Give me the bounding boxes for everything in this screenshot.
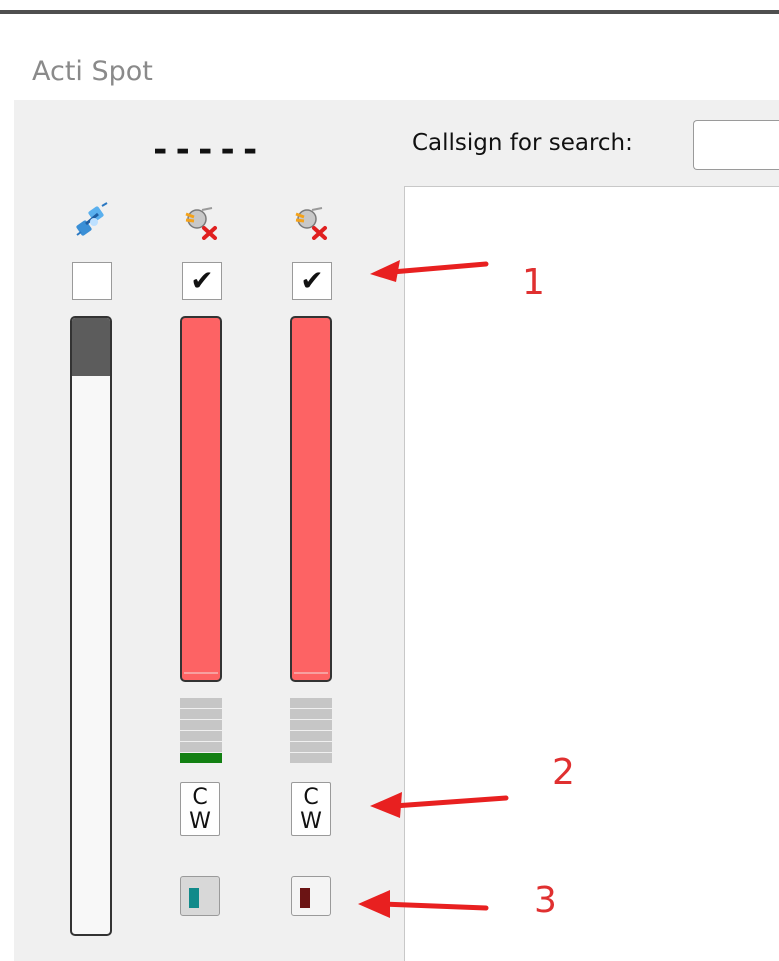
annotation-label-2: 2: [552, 752, 575, 793]
annotation-arrow-1: [370, 260, 489, 282]
radio-2-mode-button[interactable]: C W: [291, 782, 331, 836]
level-bar-baseline: [294, 672, 328, 674]
mode-top: C: [192, 785, 208, 810]
disconnected-satellite-icon[interactable]: [292, 204, 328, 240]
annotation-arrow-3: [358, 890, 489, 918]
signal-segment: [180, 753, 222, 763]
scrollbar-thumb[interactable]: [72, 318, 110, 376]
annotation-label-1: 1: [522, 262, 545, 303]
mode-bottom: W: [300, 809, 322, 834]
radio-1-color-indicator[interactable]: [180, 876, 220, 916]
level-bar-baseline: [184, 672, 218, 674]
radio-1-level-bar: [180, 316, 222, 682]
title-bar: Acti Spot: [0, 14, 779, 100]
annotation-arrow-2: [370, 792, 509, 818]
radio-1-enable-checkbox[interactable]: ✔: [182, 262, 222, 300]
signal-segment: [180, 709, 222, 719]
radio-2-enable-checkbox[interactable]: ✔: [292, 262, 332, 300]
signal-segment: [290, 753, 332, 763]
radio-2-color-indicator[interactable]: [291, 876, 331, 916]
window-title: Acti Spot: [32, 56, 153, 87]
connection-scrollbar[interactable]: [70, 316, 112, 936]
callsign-search-label: Callsign for search:: [412, 130, 633, 156]
radio-2-level-bar: [290, 316, 332, 682]
signal-segment: [180, 720, 222, 730]
frequency-display: -----: [150, 130, 263, 170]
signal-segment: [290, 742, 332, 752]
signal-segment: [180, 731, 222, 741]
signal-segment: [290, 698, 332, 708]
disconnected-satellite-icon[interactable]: [182, 204, 218, 240]
radio-1-mode-button[interactable]: C W: [180, 782, 220, 836]
callsign-search-input[interactable]: [693, 120, 779, 170]
signal-segment: [290, 731, 332, 741]
connection-checkbox[interactable]: [72, 262, 112, 300]
signal-segment: [180, 698, 222, 708]
radio-2-color-swatch: [300, 888, 310, 908]
network-connection-icon[interactable]: [74, 202, 110, 238]
signal-segment: [290, 709, 332, 719]
signal-segment: [180, 742, 222, 752]
spot-list-panel[interactable]: [404, 186, 779, 961]
radio-1-color-swatch: [189, 888, 199, 908]
annotation-label-3: 3: [534, 880, 557, 921]
signal-segment: [290, 720, 332, 730]
mode-bottom: W: [189, 809, 211, 834]
mode-top: C: [303, 785, 319, 810]
